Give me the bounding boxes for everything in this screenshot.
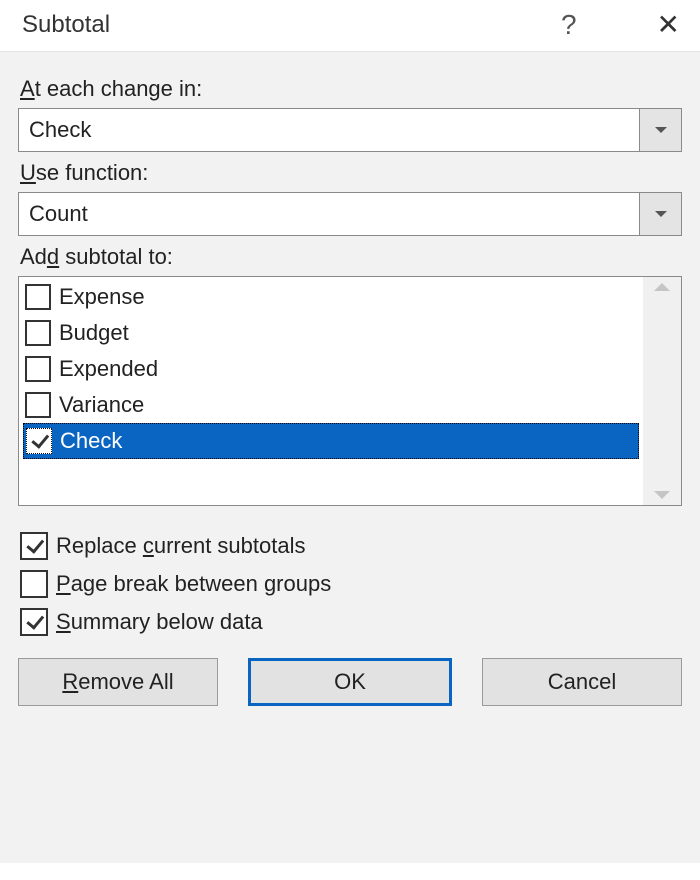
ok-button[interactable]: OK <box>248 658 452 706</box>
help-icon[interactable]: ? <box>561 9 577 41</box>
checkbox-icon[interactable] <box>25 356 51 382</box>
list-item-label: Check <box>60 428 122 454</box>
list-item[interactable]: Expense <box>23 279 639 315</box>
scroll-down-icon[interactable] <box>654 491 670 499</box>
label-use-function: Use function: <box>20 160 682 186</box>
combo-at-each-change[interactable]: Check <box>18 108 682 152</box>
list-item-label: Expense <box>59 284 145 310</box>
dialog-body: At each change in: Check Use function: C… <box>0 51 700 863</box>
checkbox-icon[interactable] <box>25 392 51 418</box>
close-icon[interactable]: ✕ <box>657 8 680 41</box>
checkbox-icon[interactable] <box>20 570 48 598</box>
combo-use-function-value: Count <box>19 193 639 235</box>
dialog-buttons: Remove All OK Cancel <box>18 658 682 706</box>
listbox-items: Expense Budget Expended Variance Check <box>19 277 643 505</box>
scroll-up-icon[interactable] <box>654 283 670 291</box>
chevron-down-icon[interactable] <box>639 109 681 151</box>
combo-at-each-change-value: Check <box>19 109 639 151</box>
list-item[interactable]: Variance <box>23 387 639 423</box>
list-item-label: Budget <box>59 320 129 346</box>
checkbox-checked-icon[interactable] <box>20 532 48 560</box>
option-label: Summary below data <box>56 609 263 635</box>
label-at-each-change: At each change in: <box>20 76 682 102</box>
cancel-button[interactable]: Cancel <box>482 658 682 706</box>
list-item[interactable]: Budget <box>23 315 639 351</box>
chevron-down-icon[interactable] <box>639 193 681 235</box>
option-label: Page break between groups <box>56 571 331 597</box>
combo-use-function[interactable]: Count <box>18 192 682 236</box>
label-add-subtotal: Add subtotal to: <box>20 244 682 270</box>
list-item-label: Variance <box>59 392 144 418</box>
checkbox-checked-icon[interactable] <box>26 428 52 454</box>
listbox-add-subtotal[interactable]: Expense Budget Expended Variance Check <box>18 276 682 506</box>
options-group: Replace current subtotals Page break bet… <box>20 532 682 636</box>
list-item[interactable]: Expended <box>23 351 639 387</box>
dialog-title: Subtotal <box>22 11 110 39</box>
titlebar: Subtotal ? ✕ <box>0 0 700 51</box>
remove-all-button[interactable]: Remove All <box>18 658 218 706</box>
checkbox-icon[interactable] <box>25 320 51 346</box>
list-item-label: Expended <box>59 356 158 382</box>
list-item-selected[interactable]: Check <box>23 423 639 459</box>
option-page-break[interactable]: Page break between groups <box>20 570 682 598</box>
checkbox-icon[interactable] <box>25 284 51 310</box>
titlebar-controls: ? ✕ <box>561 8 680 41</box>
option-summary-below[interactable]: Summary below data <box>20 608 682 636</box>
scrollbar[interactable] <box>643 277 681 505</box>
option-replace-subtotals[interactable]: Replace current subtotals <box>20 532 682 560</box>
checkbox-checked-icon[interactable] <box>20 608 48 636</box>
option-label: Replace current subtotals <box>56 533 305 559</box>
